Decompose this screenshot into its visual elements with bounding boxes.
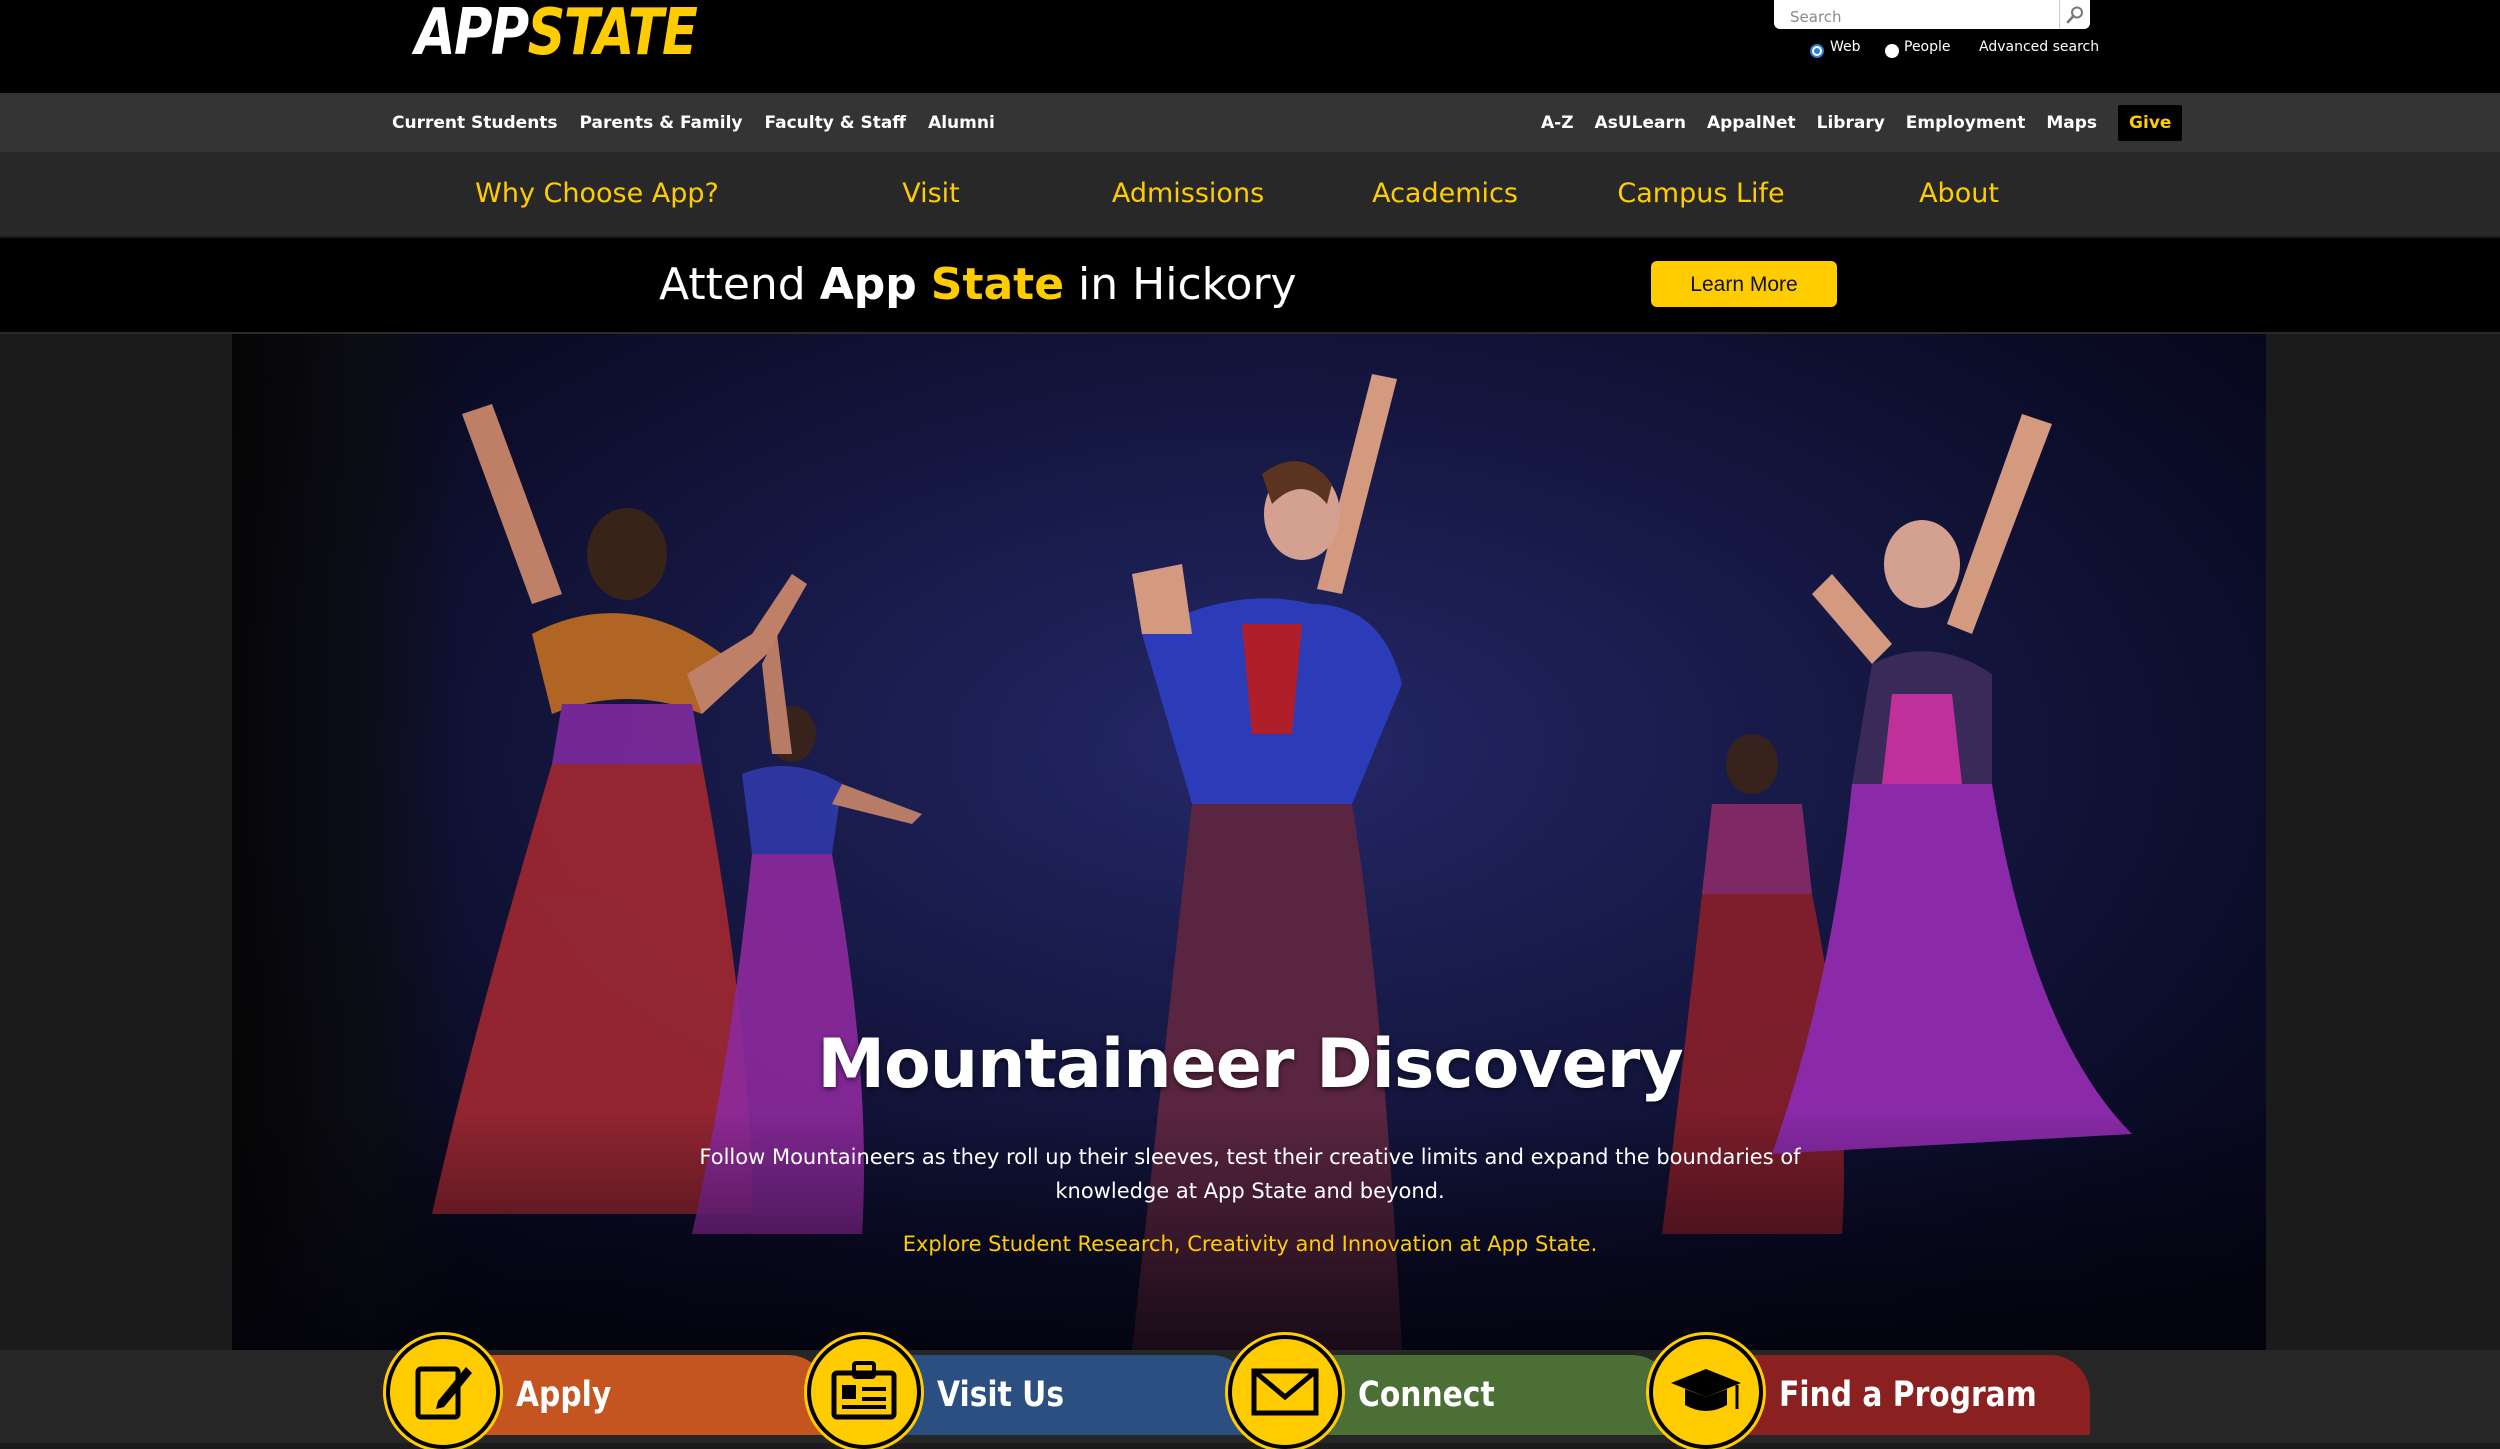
envelope-icon[interactable] xyxy=(1228,1335,1342,1449)
nav-campus-life[interactable]: Campus Life xyxy=(1617,152,1784,236)
hero-title: Mountaineer Discovery xyxy=(817,1025,1683,1104)
link-current-students[interactable]: Current Students xyxy=(392,113,558,133)
link-library[interactable]: Library xyxy=(1817,113,1885,133)
advanced-search-link[interactable]: Advanced search xyxy=(1979,39,2099,55)
radio-people-label: People xyxy=(1904,39,1951,55)
utility-bar: Current Students Parents & Family Facult… xyxy=(0,93,2500,152)
banner-headline: Attend App State in Hickory xyxy=(659,259,1297,310)
link-employment[interactable]: Employment xyxy=(1906,113,2026,133)
link-asulearn[interactable]: AsULearn xyxy=(1595,113,1686,133)
radio-web-label: Web xyxy=(1830,39,1861,55)
resource-links: A-Z AsULearn AppalNet Library Employment… xyxy=(1541,93,2183,152)
pencil-paper-icon[interactable] xyxy=(386,1335,500,1449)
link-parents-family[interactable]: Parents & Family xyxy=(580,113,743,133)
top-header: APPSTATE Web People Advanced search xyxy=(0,0,2500,93)
hero-description: Follow Mountaineers as they roll up thei… xyxy=(699,1145,1801,1203)
nav-about[interactable]: About xyxy=(1919,152,1999,236)
graduation-cap-icon[interactable] xyxy=(1649,1335,1763,1449)
visit-us-label: Visit Us xyxy=(937,1375,1065,1415)
nav-admissions[interactable]: Admissions xyxy=(1112,152,1264,236)
give-button[interactable]: Give xyxy=(2118,104,2183,141)
search-input[interactable] xyxy=(1774,0,2054,29)
nav-visit[interactable]: Visit xyxy=(902,152,960,236)
link-faculty-staff[interactable]: Faculty & Staff xyxy=(764,113,906,133)
hero-explore-link[interactable]: Explore Student Research, Creativity and… xyxy=(0,1232,2500,1256)
link-alumni[interactable]: Alumni xyxy=(928,113,995,133)
radio-people[interactable] xyxy=(1885,44,1899,58)
link-maps[interactable]: Maps xyxy=(2046,113,2097,133)
search-button[interactable] xyxy=(2059,0,2090,29)
learn-more-button[interactable]: Learn More xyxy=(1651,261,1837,307)
connect-label: Connect xyxy=(1358,1375,1495,1415)
search-box xyxy=(1774,0,2090,29)
hickory-banner: Attend App State in Hickory xyxy=(0,238,2500,334)
main-navigation: Why Choose App? Visit Admissions Academi… xyxy=(0,152,2500,238)
magnifier-icon xyxy=(2066,6,2083,23)
appstate-logo[interactable]: APPSTATE xyxy=(415,0,698,66)
nav-academics[interactable]: Academics xyxy=(1372,152,1518,236)
link-a-z[interactable]: A-Z xyxy=(1541,113,1574,133)
audience-links: Current Students Parents & Family Facult… xyxy=(392,93,995,152)
apply-label: Apply xyxy=(516,1375,612,1415)
link-appalnet[interactable]: AppalNet xyxy=(1707,113,1796,133)
find-a-program-label: Find a Program xyxy=(1779,1375,2037,1415)
nav-why-choose-app[interactable]: Why Choose App? xyxy=(475,152,719,236)
radio-web[interactable] xyxy=(1810,44,1824,58)
id-card-icon[interactable] xyxy=(807,1335,921,1449)
